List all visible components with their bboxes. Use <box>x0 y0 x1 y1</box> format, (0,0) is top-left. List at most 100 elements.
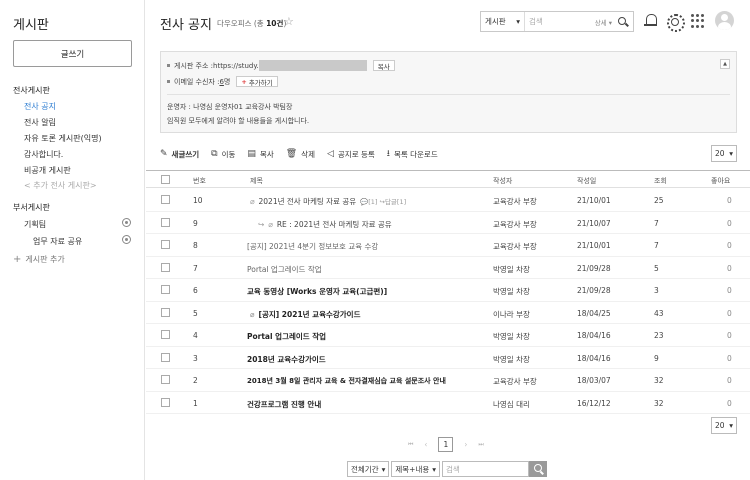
notice-button[interactable]: ◁ 공지로 등록 <box>327 149 375 160</box>
table-row[interactable]: 6 교육 동영상 [Works 운영자 교육(고급편)] 박영일 차장 21/0… <box>146 279 750 302</box>
gear-icon[interactable] <box>122 218 131 227</box>
row-checkbox[interactable] <box>161 397 170 407</box>
row-checkbox[interactable] <box>161 240 170 249</box>
collapse-icon[interactable]: ▲ <box>720 59 730 69</box>
search-input[interactable]: 검색 <box>525 16 595 27</box>
row-number: 7 <box>193 263 198 273</box>
divider <box>167 94 730 95</box>
row-checkbox[interactable] <box>161 307 170 317</box>
table-row[interactable]: 10 ⌀ 2021년 전사 마케팅 자료 공유 💬[1] ↪답글[1] 교육강사 부… <box>146 189 750 212</box>
search-detail-button[interactable]: 상세 ▾ <box>595 17 616 27</box>
prev-page-icon[interactable]: ‹ <box>424 440 427 449</box>
add-recipient-button[interactable]: + 추가하기 <box>236 76 278 87</box>
download-button[interactable]: ⭳ 목록 다운로드 <box>387 146 438 162</box>
col-title[interactable]: 제목 <box>250 176 263 186</box>
row-author[interactable]: 박영일 차장 <box>493 354 530 365</box>
row-title-text[interactable]: [공지] 2021년 교육수강가이드 <box>259 310 361 319</box>
sidebar-item-thanks[interactable]: 감사합니다. <box>24 149 63 160</box>
sidebar-item-free-discussion[interactable]: 자유 토론 게시판(익명) <box>24 133 102 144</box>
row-title-text[interactable]: RE : 2021년 전사 마케팅 자료 공유 <box>277 220 392 229</box>
sidebar-section-dept[interactable]: 부서게시판 <box>13 202 50 213</box>
table-header: 번호 제목 작성자 작성일 조회 좋아요 <box>146 170 750 188</box>
row-checkbox[interactable] <box>161 217 170 227</box>
search-scope-select[interactable]: 게시판 ▾ <box>481 12 525 31</box>
row-author[interactable]: 교육강사 부장 <box>493 219 537 230</box>
gear-icon[interactable] <box>122 235 131 244</box>
row-title[interactable]: [공지] 2021년 4분기 정보보호 교육 수강 <box>247 241 378 252</box>
row-author[interactable]: 박영일 차장 <box>493 264 530 275</box>
table-row[interactable]: 5 ⌀ [공지] 2021년 교육수강가이드 이나라 부장 18/04/25 43… <box>146 302 750 324</box>
row-checkbox[interactable] <box>161 330 170 339</box>
row-title[interactable]: 2018년 교육수강가이드 <box>247 354 326 365</box>
table-row[interactable]: 3 2018년 교육수강가이드 박영일 차장 18/04/16 9 0 <box>146 347 750 369</box>
move-button[interactable]: ⧉ 이동 <box>211 149 235 160</box>
page-size-select-bottom[interactable]: 20 ▾ <box>711 417 737 434</box>
row-author[interactable]: 교육강사 부장 <box>493 376 537 387</box>
row-title[interactable]: ⌀ 2021년 전사 마케팅 자료 공유 💬[1] ↪답글[1] <box>250 196 406 207</box>
next-page-icon[interactable]: › <box>464 440 467 449</box>
table-row[interactable]: 1 건강프로그램 진행 안내 나영심 대리 16/12/12 32 0 <box>146 392 750 414</box>
row-title[interactable]: Portal 업그레이드 작업 <box>247 264 322 275</box>
copy-address-button[interactable]: 복사 <box>372 60 395 71</box>
sidebar-item-private[interactable]: 비공개 게시판 <box>24 165 71 176</box>
col-likes[interactable]: 좋아요 <box>711 176 730 186</box>
row-title[interactable]: Portal 업그레이드 작업 <box>247 331 326 342</box>
bottom-search-input[interactable]: 검색 <box>442 461 530 477</box>
row-title-text[interactable]: 2021년 전사 마케팅 자료 공유 <box>259 197 357 206</box>
bell-icon[interactable] <box>643 13 659 29</box>
row-author[interactable]: 교육강사 부장 <box>493 196 537 207</box>
write-button[interactable]: 글쓰기 <box>13 40 132 67</box>
search-icon[interactable] <box>616 15 630 29</box>
row-title[interactable]: ⌀ [공지] 2021년 교육수강가이드 <box>250 309 360 320</box>
row-author[interactable]: 박영일 차장 <box>493 331 530 342</box>
table-row[interactable]: 4 Portal 업그레이드 작업 박영일 차장 18/04/16 23 0 <box>146 324 750 347</box>
sidebar-item-work-share[interactable]: 업무 자료 공유 <box>33 236 82 247</box>
download-label: 목록 다운로드 <box>393 149 438 159</box>
col-date[interactable]: 작성일 <box>577 176 596 186</box>
search-icon[interactable] <box>529 461 548 477</box>
row-title[interactable]: 건강프로그램 진행 안내 <box>247 399 321 410</box>
period-select[interactable]: 전체기간 ▾ <box>347 461 390 477</box>
table-row[interactable]: 7 Portal 업그레이드 작업 박영일 차장 21/09/28 5 0 <box>146 257 750 279</box>
row-checkbox[interactable] <box>161 195 170 204</box>
row-author[interactable]: 이나라 부장 <box>493 309 530 320</box>
page-size-select[interactable]: 20 ▾ <box>711 145 737 162</box>
field-select[interactable]: 제목+내용 ▾ <box>391 461 441 477</box>
row-checkbox[interactable] <box>161 352 170 362</box>
row-title[interactable]: 2018년 3월 8일 관리자 교육 & 전자결재심습 교육 설문조사 안내 <box>247 376 446 386</box>
table-row[interactable]: 8 [공지] 2021년 4분기 정보보호 교육 수강 교육강사 부장 21/1… <box>146 234 750 257</box>
col-number[interactable]: 번호 <box>193 176 206 186</box>
row-checkbox[interactable] <box>161 262 170 272</box>
settings-gear-icon[interactable] <box>666 13 685 32</box>
delete-button[interactable]: 🗑 삭제 <box>286 149 315 160</box>
row-author[interactable]: 나영심 대리 <box>493 399 530 410</box>
table-row[interactable]: 9 ↪ ⌀ RE : 2021년 전사 마케팅 자료 공유 교육강사 부장 21/1… <box>146 212 750 234</box>
row-author[interactable]: 박영일 차장 <box>493 286 530 297</box>
sidebar-item-planning[interactable]: 기획팀 <box>24 219 46 230</box>
row-comment-count[interactable]: 💬[1] ↪답글[1] <box>360 198 406 206</box>
row-date: 16/12/12 <box>577 398 611 408</box>
app-grid-icon[interactable] <box>690 13 706 29</box>
copy-button[interactable]: ▤ 복사 <box>247 149 273 160</box>
row-title[interactable]: 교육 동영상 [Works 운영자 교육(고급편)] <box>247 286 387 297</box>
sidebar-item-company-alert[interactable]: 전사 알림 <box>24 117 56 128</box>
row-checkbox[interactable] <box>161 285 170 294</box>
last-page-icon[interactable]: ⏭ <box>478 441 483 449</box>
sidebar-item-add-company[interactable]: < 추가 전사 게시판> <box>24 180 97 191</box>
page-1[interactable]: 1 <box>438 437 454 452</box>
row-number: 9 <box>193 218 198 228</box>
first-page-icon[interactable]: ⏮ <box>408 441 413 449</box>
table-row[interactable]: 2 2018년 3월 8일 관리자 교육 & 전자결재심습 교육 설문조사 안내… <box>146 369 750 392</box>
sidebar-item-company-notice[interactable]: 전사 공지 <box>24 101 56 112</box>
col-author[interactable]: 작성자 <box>493 176 512 186</box>
col-views[interactable]: 조회 <box>654 176 667 186</box>
row-checkbox[interactable] <box>161 375 170 384</box>
row-author[interactable]: 교육강사 부장 <box>493 241 537 252</box>
star-icon[interactable]: ☆ <box>284 15 294 28</box>
avatar[interactable] <box>715 11 734 30</box>
new-post-button[interactable]: ✎ 새글쓰기 <box>160 149 199 160</box>
add-board[interactable]: + 게시판 추가 <box>13 254 65 265</box>
sidebar-section-company[interactable]: 전사게시판 <box>13 85 50 96</box>
row-title[interactable]: ↪ ⌀ RE : 2021년 전사 마케팅 자료 공유 <box>258 219 392 230</box>
select-all-checkbox[interactable] <box>161 175 170 184</box>
